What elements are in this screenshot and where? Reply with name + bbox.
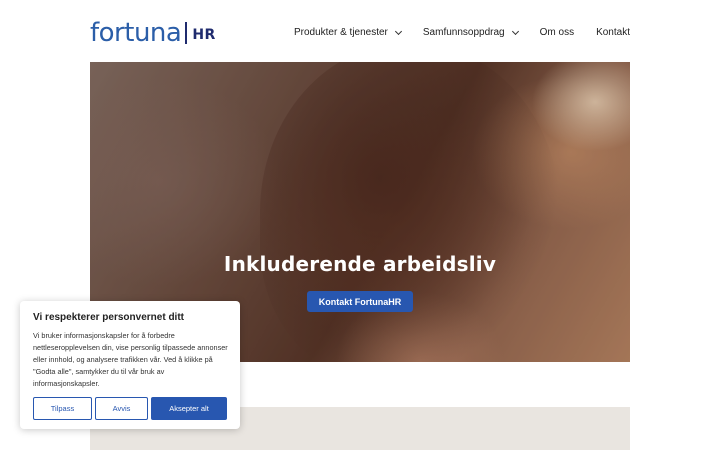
cookie-consent-dialog: Vi respekterer personvernet ditt Vi bruk… <box>20 301 240 429</box>
logo-wordmark: fortuna <box>90 18 182 48</box>
chevron-down-icon <box>394 27 402 35</box>
customize-button[interactable]: Tilpass <box>33 397 92 420</box>
reject-button[interactable]: Avvis <box>95 397 148 420</box>
main-nav: Produkter & tjenester Samfunnsoppdrag Om… <box>294 27 630 38</box>
nav-item-label: Kontakt <box>596 27 630 38</box>
hero-title: Inkluderende arbeidsliv <box>223 252 497 276</box>
nav-item-label: Om oss <box>539 27 575 38</box>
contact-button[interactable]: Kontakt FortunaHR <box>307 291 413 312</box>
chevron-down-icon <box>511 27 519 35</box>
logo-divider <box>185 22 188 44</box>
accept-all-button[interactable]: Aksepter alt <box>151 397 227 420</box>
nav-item-label: Samfunnsoppdrag <box>422 27 505 38</box>
nav-item-samfunnsoppdrag[interactable]: Samfunnsoppdrag <box>422 27 519 38</box>
cookie-text: Vi bruker informasjonskapsler for å forb… <box>33 331 228 388</box>
site-header: fortuna HR Produkter & tjenester Samfunn… <box>0 0 720 62</box>
nav-item-kontakt[interactable]: Kontakt <box>596 27 630 38</box>
nav-item-label: Produkter & tjenester <box>293 27 388 38</box>
cookie-title: Vi respekterer personvernet ditt <box>33 312 184 323</box>
nav-item-om-oss[interactable]: Om oss <box>540 27 574 38</box>
fortunahr-logo[interactable]: fortuna HR <box>90 14 216 48</box>
logo-hr: HR <box>192 27 216 43</box>
nav-item-produkter[interactable]: Produkter & tjenester <box>293 27 402 38</box>
